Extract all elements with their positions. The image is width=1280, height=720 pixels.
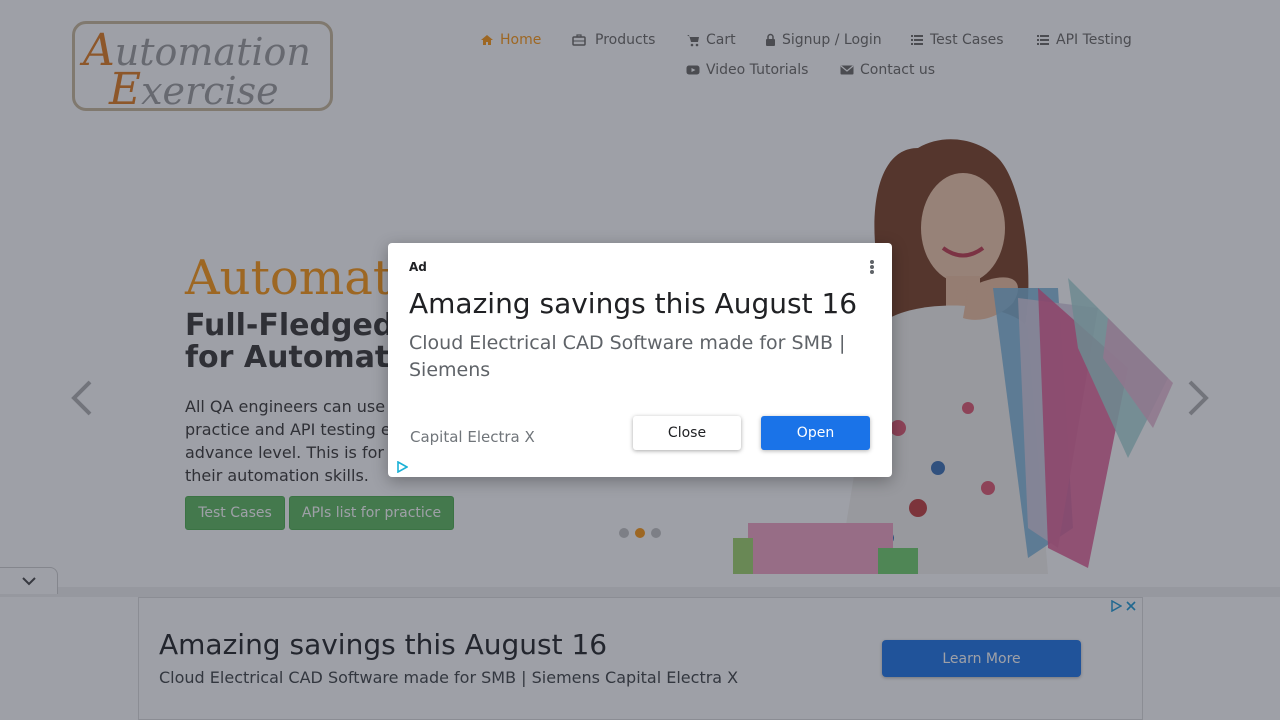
ad-label: Ad (409, 260, 427, 274)
ad-options-menu[interactable] (868, 258, 876, 276)
adchoices-icon[interactable] (396, 461, 408, 473)
ad-description[interactable]: Cloud Electrical CAD Software made for S… (409, 330, 879, 384)
interstitial-ad-dialog: Ad Amazing savings this August 16 Cloud … (388, 243, 892, 477)
open-ad-button[interactable]: Open (761, 416, 870, 450)
ad-advertiser: Capital Electra X (410, 428, 535, 446)
close-ad-button[interactable]: Close (633, 416, 741, 450)
ad-title[interactable]: Amazing savings this August 16 (409, 287, 857, 320)
